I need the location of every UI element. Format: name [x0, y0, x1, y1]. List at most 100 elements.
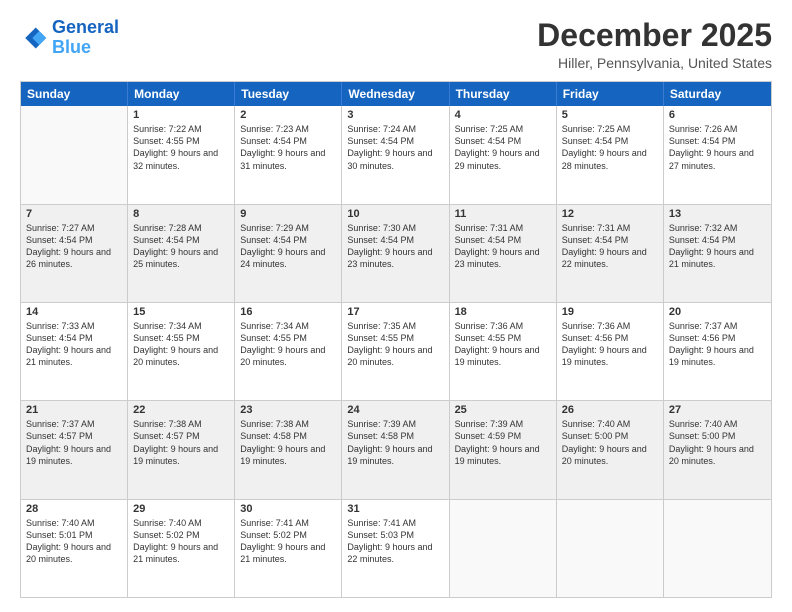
day-number: 17 [347, 306, 443, 318]
day-number: 29 [133, 503, 229, 515]
day-number: 26 [562, 404, 658, 416]
calendar-row: 1 Sunrise: 7:22 AMSunset: 4:55 PMDaylight… [21, 106, 771, 204]
day-cell-21: 21Sunrise: 7:37 AMSunset: 4:57 PMDayligh… [21, 401, 128, 498]
empty-cell [664, 500, 771, 597]
day-cell-27: 27Sunrise: 7:40 AMSunset: 5:00 PMDayligh… [664, 401, 771, 498]
day-number: 25 [455, 404, 551, 416]
day-number: 3 [347, 109, 443, 121]
calendar-body: 1 Sunrise: 7:22 AMSunset: 4:55 PMDaylight… [21, 106, 771, 597]
day-info: Sunrise: 7:40 AMSunset: 5:02 PMDaylight:… [133, 517, 229, 566]
day-number: 12 [562, 208, 658, 220]
header: General Blue December 2025 Hiller, Penns… [20, 18, 772, 71]
calendar-row: 7Sunrise: 7:27 AMSunset: 4:54 PMDaylight… [21, 205, 771, 303]
day-number: 22 [133, 404, 229, 416]
day-info: Sunrise: 7:30 AMSunset: 4:54 PMDaylight:… [347, 222, 443, 271]
day-info: Sunrise: 7:36 AMSunset: 4:56 PMDaylight:… [562, 320, 658, 369]
day-number: 9 [240, 208, 336, 220]
day-cell-18: 18Sunrise: 7:36 AMSunset: 4:55 PMDayligh… [450, 303, 557, 400]
day-cell-6: 6 Sunrise: 7:26 AMSunset: 4:54 PMDaylight… [664, 106, 771, 203]
day-cell-1: 1 Sunrise: 7:22 AMSunset: 4:55 PMDaylight… [128, 106, 235, 203]
day-number: 11 [455, 208, 551, 220]
day-number: 2 [240, 109, 336, 121]
location: Hiller, Pennsylvania, United States [537, 55, 772, 71]
day-number: 8 [133, 208, 229, 220]
day-cell-4: 4Sunrise: 7:25 AMSunset: 4:54 PMDaylight… [450, 106, 557, 203]
day-number: 1 [133, 109, 229, 121]
header-day-tuesday: Tuesday [235, 82, 342, 106]
day-cell-7: 7Sunrise: 7:27 AMSunset: 4:54 PMDaylight… [21, 205, 128, 302]
day-number: 23 [240, 404, 336, 416]
day-info: Sunrise: 7:40 AMSunset: 5:00 PMDaylight:… [562, 418, 658, 467]
day-info: Sunrise: 7:41 AMSunset: 5:02 PMDaylight:… [240, 517, 336, 566]
day-info: Sunrise: 7:25 AMSunset: 4:54 PMDaylight:… [562, 123, 658, 172]
day-info: Sunrise: 7:36 AMSunset: 4:55 PMDaylight:… [455, 320, 551, 369]
day-number: 27 [669, 404, 766, 416]
day-cell-16: 16 Sunrise: 7:34 AMSunset: 4:55 PMDayligh… [235, 303, 342, 400]
day-info: Sunrise: 7:31 AMSunset: 4:54 PMDaylight:… [562, 222, 658, 271]
day-cell-14: 14 Sunrise: 7:33 AMSunset: 4:54 PMDayligh… [21, 303, 128, 400]
day-cell-30: 30Sunrise: 7:41 AMSunset: 5:02 PMDayligh… [235, 500, 342, 597]
day-cell-2: 2 Sunrise: 7:23 AMSunset: 4:54 PMDaylight… [235, 106, 342, 203]
day-info: Sunrise: 7:34 AMSunset: 4:55 PMDaylight:… [240, 320, 336, 369]
day-info: Sunrise: 7:33 AMSunset: 4:54 PMDaylight:… [26, 320, 122, 369]
day-cell-26: 26 Sunrise: 7:40 AMSunset: 5:00 PMDayligh… [557, 401, 664, 498]
calendar: SundayMondayTuesdayWednesdayThursdayFrid… [20, 81, 772, 598]
day-cell-23: 23 Sunrise: 7:38 AMSunset: 4:58 PMDayligh… [235, 401, 342, 498]
day-info: Sunrise: 7:23 AMSunset: 4:54 PMDaylight:… [240, 123, 336, 172]
day-info: Sunrise: 7:37 AMSunset: 4:57 PMDaylight:… [26, 418, 122, 467]
day-cell-31: 31 Sunrise: 7:41 AMSunset: 5:03 PMDayligh… [342, 500, 449, 597]
header-day-friday: Friday [557, 82, 664, 106]
day-info: Sunrise: 7:38 AMSunset: 4:57 PMDaylight:… [133, 418, 229, 467]
header-day-monday: Monday [128, 82, 235, 106]
day-cell-20: 20 Sunrise: 7:37 AMSunset: 4:56 PMDayligh… [664, 303, 771, 400]
day-cell-24: 24 Sunrise: 7:39 AMSunset: 4:58 PMDayligh… [342, 401, 449, 498]
day-info: Sunrise: 7:40 AMSunset: 5:01 PMDaylight:… [26, 517, 122, 566]
day-info: Sunrise: 7:41 AMSunset: 5:03 PMDaylight:… [347, 517, 443, 566]
day-info: Sunrise: 7:25 AMSunset: 4:54 PMDaylight:… [455, 123, 551, 172]
day-number: 31 [347, 503, 443, 515]
day-info: Sunrise: 7:39 AMSunset: 4:59 PMDaylight:… [455, 418, 551, 467]
day-cell-11: 11 Sunrise: 7:31 AMSunset: 4:54 PMDayligh… [450, 205, 557, 302]
day-number: 14 [26, 306, 122, 318]
header-day-thursday: Thursday [450, 82, 557, 106]
day-info: Sunrise: 7:22 AMSunset: 4:55 PMDaylight:… [133, 123, 229, 172]
calendar-row: 28Sunrise: 7:40 AMSunset: 5:01 PMDayligh… [21, 500, 771, 597]
day-info: Sunrise: 7:34 AMSunset: 4:55 PMDaylight:… [133, 320, 229, 369]
day-info: Sunrise: 7:35 AMSunset: 4:55 PMDaylight:… [347, 320, 443, 369]
logo: General Blue [20, 18, 119, 58]
empty-cell [557, 500, 664, 597]
day-info: Sunrise: 7:31 AMSunset: 4:54 PMDaylight:… [455, 222, 551, 271]
logo-text: General Blue [52, 18, 119, 58]
empty-cell [21, 106, 128, 203]
header-day-saturday: Saturday [664, 82, 771, 106]
day-number: 15 [133, 306, 229, 318]
day-info: Sunrise: 7:26 AMSunset: 4:54 PMDaylight:… [669, 123, 766, 172]
calendar-header: SundayMondayTuesdayWednesdayThursdayFrid… [21, 82, 771, 106]
day-info: Sunrise: 7:38 AMSunset: 4:58 PMDaylight:… [240, 418, 336, 467]
day-number: 16 [240, 306, 336, 318]
day-cell-10: 10 Sunrise: 7:30 AMSunset: 4:54 PMDayligh… [342, 205, 449, 302]
day-cell-22: 22 Sunrise: 7:38 AMSunset: 4:57 PMDayligh… [128, 401, 235, 498]
calendar-row: 14 Sunrise: 7:33 AMSunset: 4:54 PMDayligh… [21, 303, 771, 401]
title-block: December 2025 Hiller, Pennsylvania, Unit… [537, 18, 772, 71]
day-number: 20 [669, 306, 766, 318]
day-info: Sunrise: 7:37 AMSunset: 4:56 PMDaylight:… [669, 320, 766, 369]
day-cell-19: 19Sunrise: 7:36 AMSunset: 4:56 PMDayligh… [557, 303, 664, 400]
day-number: 6 [669, 109, 766, 121]
day-info: Sunrise: 7:39 AMSunset: 4:58 PMDaylight:… [347, 418, 443, 467]
logo-icon [20, 24, 48, 52]
empty-cell [450, 500, 557, 597]
header-day-sunday: Sunday [21, 82, 128, 106]
day-cell-13: 13Sunrise: 7:32 AMSunset: 4:54 PMDayligh… [664, 205, 771, 302]
day-cell-29: 29 Sunrise: 7:40 AMSunset: 5:02 PMDayligh… [128, 500, 235, 597]
day-number: 24 [347, 404, 443, 416]
day-cell-3: 3Sunrise: 7:24 AMSunset: 4:54 PMDaylight… [342, 106, 449, 203]
day-cell-25: 25 Sunrise: 7:39 AMSunset: 4:59 PMDayligh… [450, 401, 557, 498]
day-cell-8: 8Sunrise: 7:28 AMSunset: 4:54 PMDaylight… [128, 205, 235, 302]
day-cell-28: 28Sunrise: 7:40 AMSunset: 5:01 PMDayligh… [21, 500, 128, 597]
day-cell-9: 9Sunrise: 7:29 AMSunset: 4:54 PMDaylight… [235, 205, 342, 302]
day-number: 10 [347, 208, 443, 220]
page: General Blue December 2025 Hiller, Penns… [0, 0, 792, 612]
day-cell-5: 5Sunrise: 7:25 AMSunset: 4:54 PMDaylight… [557, 106, 664, 203]
day-cell-12: 12 Sunrise: 7:31 AMSunset: 4:54 PMDayligh… [557, 205, 664, 302]
